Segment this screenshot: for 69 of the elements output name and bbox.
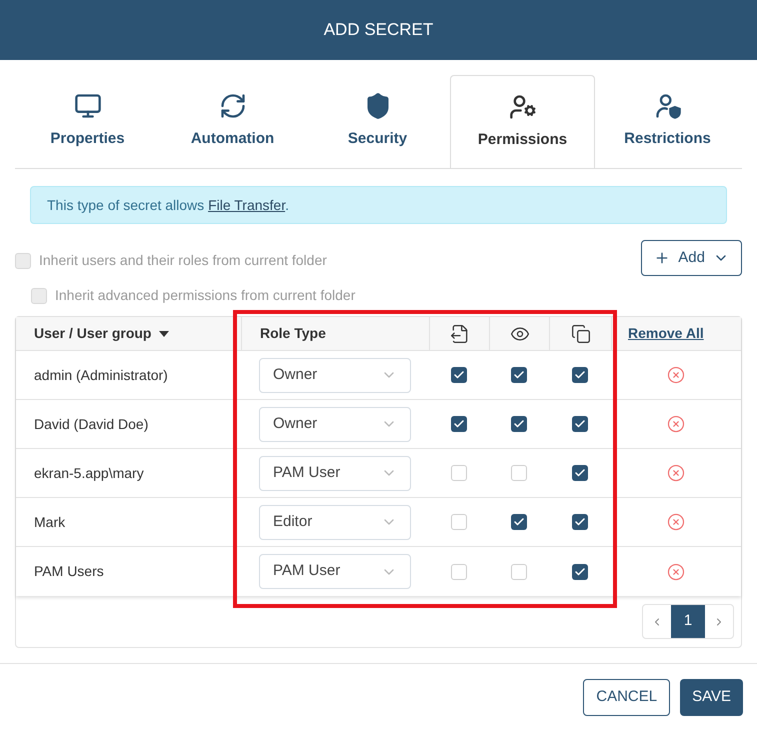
option-label: Inherit users and their roles from current folder	[39, 251, 327, 270]
option-label: Inherit advanced permissions from current folder	[55, 286, 356, 305]
check-icon	[574, 467, 586, 479]
remove-icon	[667, 415, 685, 433]
check-icon	[453, 369, 465, 381]
user-cell-text: Mark	[33, 512, 66, 532]
role-select[interactable]: Owner	[259, 406, 411, 442]
remove-icon	[667, 513, 685, 531]
checkbox[interactable]	[511, 367, 527, 383]
checkbox[interactable]	[572, 564, 588, 580]
check-icon	[574, 516, 586, 528]
check-icon	[574, 369, 586, 381]
remove-icon	[667, 464, 685, 482]
checkbox[interactable]	[511, 465, 527, 481]
checkbox[interactable]	[451, 564, 467, 580]
user-cell-text: David (David Doe)	[33, 414, 150, 434]
sort-caret-icon	[159, 330, 170, 336]
user-cell-text: ekran-5.app\mary	[33, 464, 145, 483]
remove-button[interactable]	[667, 562, 685, 580]
role-select[interactable]: PAM User	[259, 456, 411, 490]
role-select[interactable]: Editor	[259, 504, 411, 540]
remove-button[interactable]	[667, 513, 685, 531]
checkbox[interactable]	[511, 514, 527, 530]
user-gear-icon	[508, 92, 536, 121]
monitor-icon	[74, 92, 102, 120]
user-cell-text: PAM Users	[33, 562, 105, 581]
checkbox[interactable]	[451, 367, 467, 383]
check-icon	[453, 418, 465, 430]
dialog-title: ADD SECRET	[324, 19, 434, 42]
remove-button[interactable]	[667, 415, 685, 433]
remove-all-link[interactable]: Remove All	[628, 323, 704, 344]
cancel-button[interactable]: CANCEL	[583, 679, 670, 716]
user-cell-text: admin (Administrator)	[33, 366, 169, 385]
remove-button[interactable]	[667, 464, 685, 482]
check-icon	[513, 516, 525, 528]
check-icon	[574, 418, 586, 430]
copy-icon	[570, 324, 590, 344]
checkbox[interactable]	[451, 514, 467, 530]
check-icon	[513, 369, 525, 381]
role-select[interactable]: PAM User	[259, 554, 411, 589]
file-transfer-link[interactable]: File Transfer	[208, 196, 286, 212]
role-column-header: Role Type	[241, 317, 429, 350]
checkbox[interactable]	[511, 564, 527, 580]
user-column-header[interactable]: User / User group	[16, 317, 241, 350]
file-export-icon	[450, 324, 470, 344]
checkbox[interactable]	[511, 416, 527, 432]
tab[interactable]: Properties	[15, 75, 160, 168]
tab[interactable]: Permissions	[450, 75, 595, 168]
remove-button[interactable]	[667, 366, 685, 384]
checkbox[interactable]	[572, 465, 588, 481]
save-button[interactable]: SAVE	[680, 679, 743, 716]
role-select[interactable]: Owner	[259, 358, 411, 392]
checkbox[interactable]	[572, 416, 588, 432]
page-button[interactable]: 1	[671, 605, 705, 638]
refresh-icon	[218, 92, 246, 120]
tab[interactable]: Automation	[160, 75, 305, 168]
checkbox[interactable]	[572, 514, 588, 530]
user-shield-icon	[654, 92, 682, 120]
alert-text: This type of secret allows File Transfer.	[47, 196, 289, 215]
checkbox[interactable]	[451, 465, 467, 481]
checkbox[interactable]	[572, 367, 588, 383]
tab[interactable]: Restrictions	[595, 75, 740, 168]
check-icon	[574, 566, 586, 578]
check-icon	[513, 418, 525, 430]
remove-icon	[667, 366, 685, 384]
tab[interactable]: Security	[305, 75, 450, 168]
remove-icon	[667, 562, 685, 580]
checkbox[interactable]	[451, 416, 467, 432]
add-button[interactable]: Add	[641, 240, 742, 276]
